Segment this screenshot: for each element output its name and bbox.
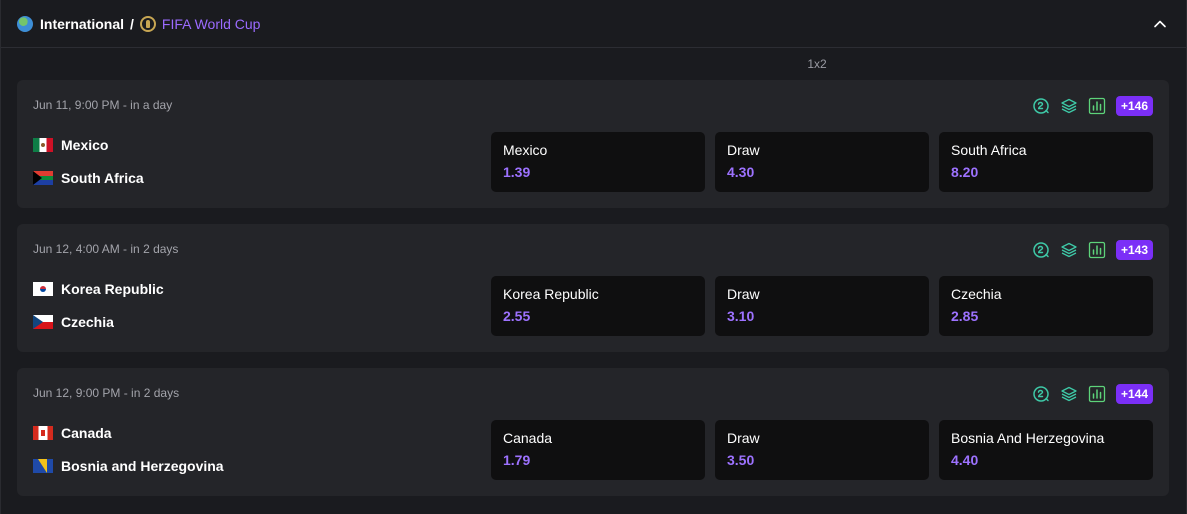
odds-value: 1.39 — [503, 164, 531, 180]
chevron-up-icon — [1154, 20, 1166, 28]
odds-value: 8.20 — [951, 164, 979, 180]
breadcrumb: International / FIFA World Cup — [17, 15, 261, 32]
odds-label: South Africa — [951, 142, 1027, 158]
bet-builder-icon[interactable] — [1032, 385, 1050, 403]
odds-label: Mexico — [503, 142, 548, 158]
market-type-label: 1x2 — [807, 57, 827, 71]
home-team: Canada — [33, 425, 112, 441]
statistics-icon[interactable] — [1088, 241, 1106, 259]
home-team-name: Mexico — [61, 137, 109, 153]
odds-button-home[interactable]: Canada 1.79 — [491, 420, 705, 480]
match-time: Jun 12, 4:00 AM - in 2 days — [33, 242, 179, 256]
korea-republic-flag-icon — [33, 282, 53, 296]
away-team: Bosnia and Herzegovina — [33, 458, 224, 474]
home-team-name: Korea Republic — [61, 281, 164, 297]
globe-icon — [17, 15, 33, 32]
odds-value: 2.85 — [951, 308, 979, 324]
more-markets-badge[interactable]: +146 — [1115, 96, 1153, 116]
czechia-flag-icon — [33, 315, 53, 329]
collapse-button[interactable] — [1152, 16, 1168, 32]
match-actions: +143 — [1032, 240, 1153, 260]
league-header[interactable]: International / FIFA World Cup — [1, 0, 1186, 48]
league-panel: International / FIFA World Cup 1x2 Jun 1… — [0, 0, 1187, 514]
match-time: Jun 12, 9:00 PM - in 2 days — [33, 386, 180, 400]
bet-builder-icon[interactable] — [1032, 241, 1050, 259]
odds-label: Czechia — [951, 286, 1002, 302]
south-africa-flag-icon — [33, 171, 53, 185]
breadcrumb-region[interactable]: International — [40, 16, 124, 32]
breadcrumb-separator: / — [130, 15, 134, 32]
home-team: Korea Republic — [33, 281, 164, 297]
match-actions: +146 — [1032, 96, 1153, 116]
odds-button-draw[interactable]: Draw 4.30 — [715, 132, 929, 192]
match-row[interactable]: Jun 12, 9:00 PM - in 2 days Canada Bosni… — [17, 368, 1169, 496]
odds-label: Bosnia And Herzegovina — [951, 430, 1105, 446]
layers-icon[interactable] — [1060, 241, 1078, 259]
odds-button-away[interactable]: Czechia 2.85 — [939, 276, 1153, 336]
match-row[interactable]: Jun 11, 9:00 PM - in a day Mexico South … — [17, 80, 1169, 208]
world-cup-icon — [139, 15, 156, 32]
canada-flag-icon — [33, 426, 53, 440]
odds-button-draw[interactable]: Draw 3.50 — [715, 420, 929, 480]
odds-button-away[interactable]: South Africa 8.20 — [939, 132, 1153, 192]
away-team: South Africa — [33, 170, 144, 186]
more-markets-badge[interactable]: +144 — [1115, 384, 1153, 404]
odds-button-home[interactable]: Mexico 1.39 — [491, 132, 705, 192]
bosnia-flag-icon — [33, 459, 53, 473]
layers-icon[interactable] — [1060, 97, 1078, 115]
odds-value: 1.79 — [503, 452, 531, 468]
odds-value: 4.40 — [951, 452, 979, 468]
home-team-name: Canada — [61, 425, 112, 441]
odds-value: 4.30 — [727, 164, 755, 180]
odds-label: Draw — [727, 430, 760, 446]
more-markets-badge[interactable]: +143 — [1115, 240, 1153, 260]
odds-button-home[interactable]: Korea Republic 2.55 — [491, 276, 705, 336]
away-team: Czechia — [33, 314, 114, 330]
odds-value: 3.10 — [727, 308, 755, 324]
match-row[interactable]: Jun 12, 4:00 AM - in 2 days Korea Republ… — [17, 224, 1169, 352]
away-team-name: South Africa — [61, 170, 144, 186]
odds-label: Korea Republic — [503, 286, 599, 302]
odds-value: 3.50 — [727, 452, 755, 468]
match-actions: +144 — [1032, 384, 1153, 404]
odds-group: Canada 1.79 Draw 3.50 Bosnia And Herzego… — [491, 420, 1153, 480]
breadcrumb-league[interactable]: FIFA World Cup — [162, 16, 261, 32]
odds-button-away[interactable]: Bosnia And Herzegovina 4.40 — [939, 420, 1153, 480]
odds-label: Canada — [503, 430, 553, 446]
odds-group: Korea Republic 2.55 Draw 3.10 Czechia 2.… — [491, 276, 1153, 336]
layers-icon[interactable] — [1060, 385, 1078, 403]
home-team: Mexico — [33, 137, 108, 153]
odds-label: Draw — [727, 286, 760, 302]
away-team-name: Bosnia and Herzegovina — [61, 458, 224, 474]
statistics-icon[interactable] — [1088, 97, 1106, 115]
mexico-flag-icon — [33, 138, 53, 152]
odds-value: 2.55 — [503, 308, 531, 324]
away-team-name: Czechia — [61, 314, 114, 330]
odds-label: Draw — [727, 142, 760, 158]
match-time: Jun 11, 9:00 PM - in a day — [33, 98, 173, 112]
statistics-icon[interactable] — [1088, 385, 1106, 403]
odds-button-draw[interactable]: Draw 3.10 — [715, 276, 929, 336]
bet-builder-icon[interactable] — [1032, 97, 1050, 115]
odds-group: Mexico 1.39 Draw 4.30 South Africa 8.20 — [491, 132, 1153, 192]
